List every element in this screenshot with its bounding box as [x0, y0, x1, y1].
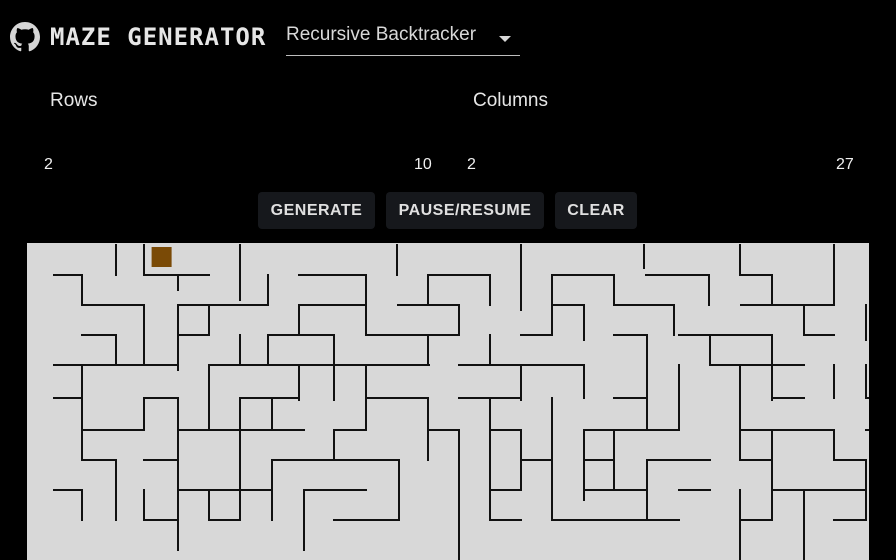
- columns-max-value: 27: [836, 156, 854, 173]
- algorithm-selected-value: Recursive Backtracker: [286, 24, 477, 45]
- maze-cursor-cell: [151, 247, 172, 267]
- rows-max-value: 10: [414, 156, 432, 173]
- columns-slider[interactable]: [473, 120, 853, 160]
- rows-slider-track[interactable]: [50, 138, 430, 140]
- columns-min-value: 2: [467, 156, 476, 173]
- rows-min-value: 2: [44, 156, 53, 173]
- app-title: MAZE GENERATOR: [50, 23, 267, 51]
- app-header: MAZE GENERATOR Recursive Backtracker: [0, 0, 896, 70]
- rows-label: Rows: [50, 90, 98, 111]
- maze-grid: [53, 244, 869, 560]
- pause-resume-button[interactable]: PAUSE/RESUME: [386, 192, 544, 229]
- clear-button[interactable]: CLEAR: [555, 192, 637, 229]
- maze-canvas: [27, 243, 869, 560]
- columns-label: Columns: [473, 90, 548, 111]
- algorithm-select[interactable]: Recursive Backtracker: [286, 22, 520, 56]
- generate-button[interactable]: GENERATE: [258, 192, 375, 229]
- rows-slider[interactable]: [50, 120, 430, 160]
- chevron-down-icon: [499, 36, 511, 42]
- github-icon[interactable]: [10, 22, 40, 52]
- columns-slider-track[interactable]: [473, 138, 853, 140]
